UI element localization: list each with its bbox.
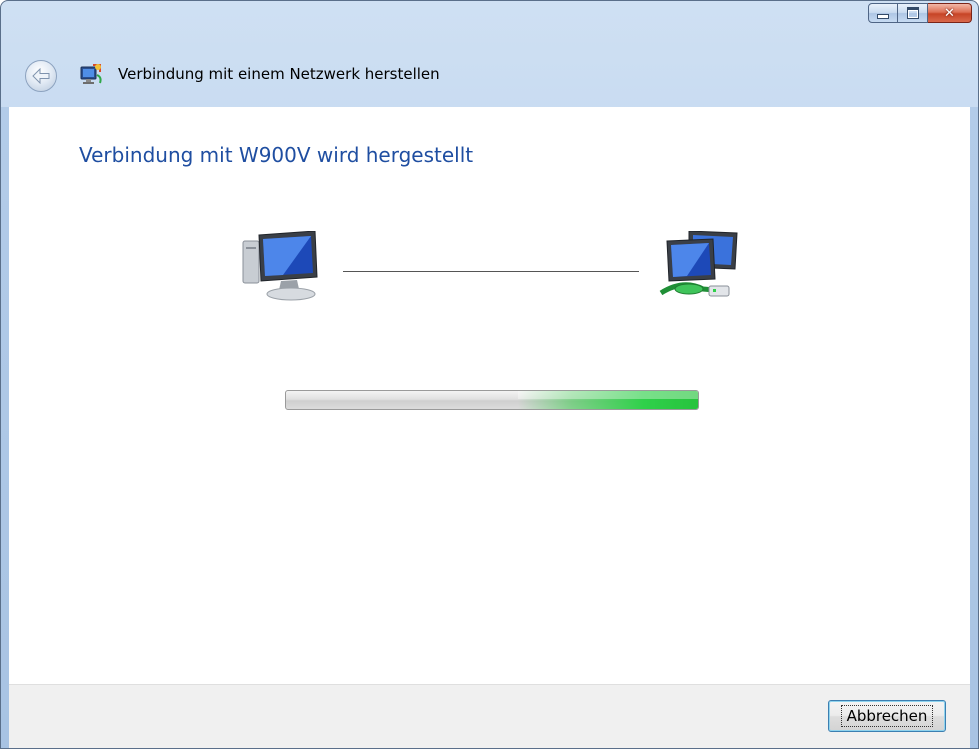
wizard-content: Verbindung mit W900V wird hergestellt [9, 107, 970, 684]
dialog-window: ✕ Verbindung mit einem Netzwerk herstell… [0, 0, 979, 749]
window-caption-buttons: ✕ [868, 3, 972, 25]
window-title: Verbindung mit einem Netzwerk herstellen [118, 65, 440, 83]
maximize-icon [906, 7, 919, 19]
network-wizard-icon [80, 64, 102, 84]
progress-indicator [518, 391, 698, 409]
page-heading: Verbindung mit W900V wird hergestellt [79, 143, 474, 167]
close-icon: ✕ [944, 5, 955, 21]
network-icon [659, 231, 738, 297]
wizard-footer: Abbrechen [9, 684, 970, 748]
cancel-button-label: Abbrechen [840, 705, 934, 727]
maximize-button[interactable] [898, 3, 928, 23]
connection-line [343, 271, 639, 272]
minimize-icon [877, 14, 889, 19]
window-frame-right [969, 107, 978, 748]
back-arrow-icon [32, 68, 50, 84]
cancel-button[interactable]: Abbrechen [828, 700, 946, 732]
back-button[interactable] [25, 60, 57, 92]
close-button[interactable]: ✕ [928, 3, 972, 23]
minimize-button[interactable] [868, 3, 898, 23]
connection-progress-bar [285, 390, 699, 410]
computer-icon [242, 231, 318, 301]
